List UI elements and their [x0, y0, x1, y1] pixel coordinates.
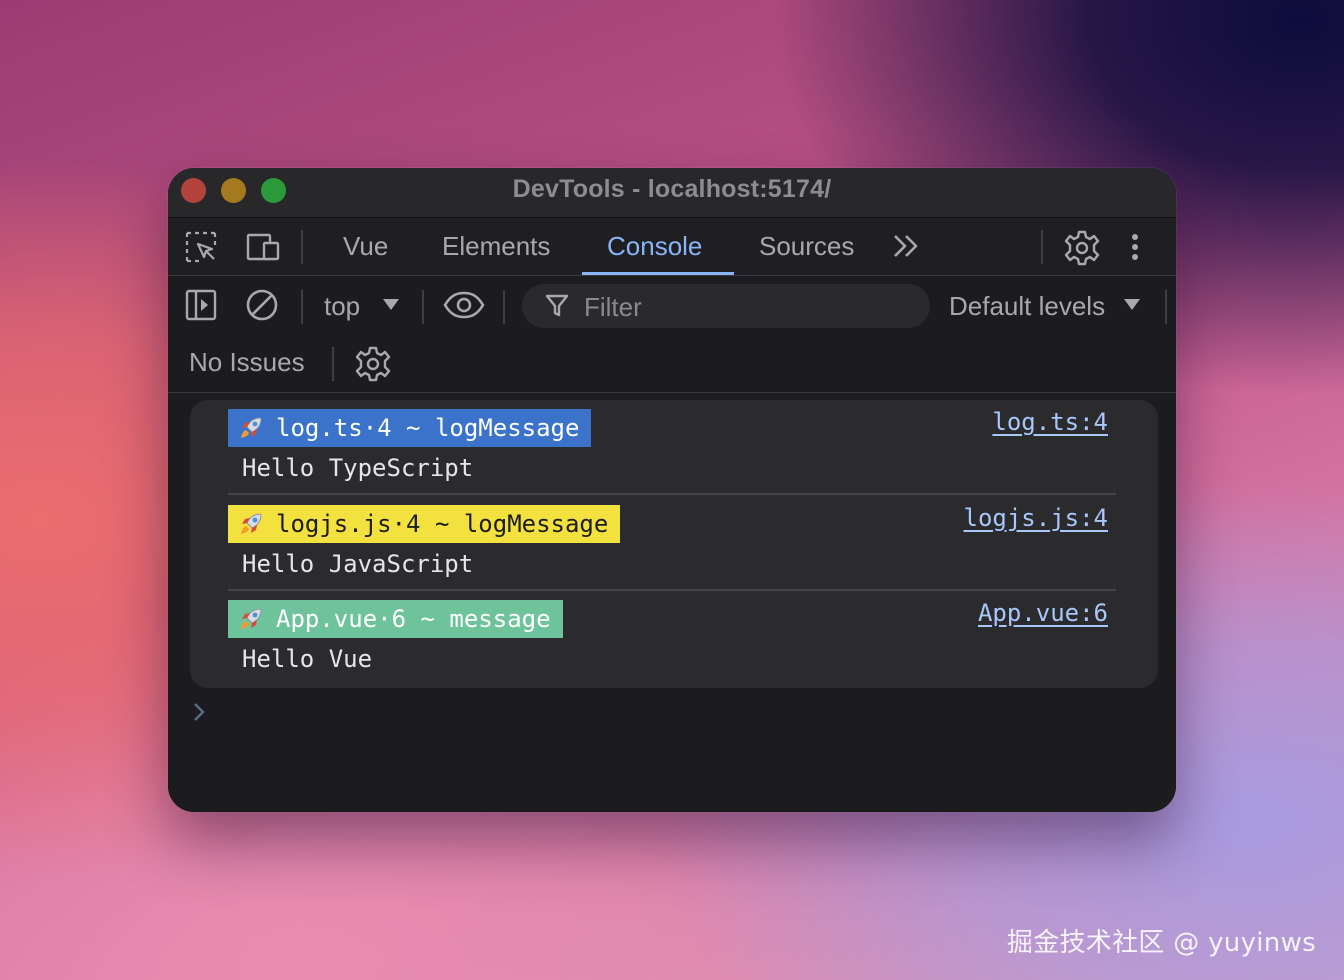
default-levels-dropdown[interactable]: Default levels: [949, 291, 1105, 322]
toolbar-separator: [503, 290, 505, 324]
clear-console-icon[interactable]: [245, 288, 279, 322]
message-text: Hello TypeScript: [242, 454, 474, 482]
sidebar-toggle-icon[interactable]: [184, 288, 218, 322]
toolbar-separator: [1165, 290, 1167, 324]
filter-placeholder: Filter: [584, 292, 642, 322]
console-message: log.ts·4 ~ logMessage log.ts:4 Hello Typ…: [228, 400, 1116, 495]
tab-sources[interactable]: Sources: [759, 231, 854, 262]
console-message-group: log.ts·4 ~ logMessage log.ts:4 Hello Typ…: [190, 400, 1158, 688]
inspect-element-icon[interactable]: [184, 230, 218, 264]
more-tabs-icon[interactable]: [890, 231, 924, 265]
source-link[interactable]: log.ts:4: [992, 408, 1108, 436]
source-link[interactable]: logjs.js:4: [964, 504, 1109, 532]
console-prompt-chevron-icon[interactable]: [192, 699, 208, 725]
console-settings-gear-icon[interactable]: [355, 346, 391, 382]
tab-elements[interactable]: Elements: [442, 231, 550, 262]
eye-icon[interactable]: [443, 290, 485, 324]
console-filter-bar: top Filter Default levels: [168, 276, 1176, 335]
window-title: DevTools - localhost:5174/: [512, 175, 832, 203]
rocket-icon: [238, 606, 264, 632]
context-selector[interactable]: top: [324, 291, 360, 322]
message-badge: log.ts·4 ~ logMessage: [228, 409, 592, 447]
message-badge: logjs.js·4 ~ logMessage: [228, 505, 621, 543]
message-badge: App.vue·6 ~ message: [228, 600, 563, 638]
watermark: 掘金技术社区 @ yuyinws: [1006, 928, 1316, 958]
tab-vue[interactable]: Vue: [343, 231, 388, 262]
console-message: App.vue·6 ~ message App.vue:6 Hello Vue: [228, 591, 1116, 686]
message-badge-label: log.ts·4 ~ logMessage: [276, 414, 580, 442]
levels-dropdown-arrow-icon[interactable]: [1123, 298, 1141, 312]
toolbar-separator: [422, 290, 424, 324]
toolbar-separator: [332, 347, 334, 381]
more-options-icon[interactable]: [1128, 230, 1142, 264]
console-output: log.ts·4 ~ logMessage log.ts:4 Hello Typ…: [168, 394, 1176, 812]
source-link[interactable]: App.vue:6: [978, 599, 1108, 627]
tab-console[interactable]: Console: [607, 231, 702, 262]
rocket-icon: [238, 415, 264, 441]
message-text: Hello Vue: [242, 645, 373, 673]
toolbar-separator: [1041, 230, 1043, 264]
message-badge-label: logjs.js·4 ~ logMessage: [276, 510, 609, 538]
settings-gear-icon[interactable]: [1064, 230, 1100, 266]
filter-funnel-icon: [544, 293, 570, 319]
device-toolbar-icon[interactable]: [245, 230, 280, 264]
toolbar-separator: [301, 230, 303, 264]
devtools-window: DevTools - localhost:5174/ Vue Elements …: [168, 168, 1176, 812]
main-toolbar: Vue Elements Console Sources: [168, 218, 1176, 276]
rocket-icon: [238, 511, 264, 537]
toolbar-separator: [301, 290, 303, 324]
active-tab-indicator: [582, 272, 734, 275]
issues-count[interactable]: No Issues: [189, 347, 305, 378]
issues-bar: No Issues: [168, 335, 1176, 393]
filter-input[interactable]: Filter: [522, 284, 930, 328]
message-text: Hello JavaScript: [242, 550, 474, 578]
console-message: logjs.js·4 ~ logMessage logjs.js:4 Hello…: [228, 496, 1116, 591]
dropdown-arrow-icon[interactable]: [382, 298, 400, 312]
message-badge-label: App.vue·6 ~ message: [276, 605, 551, 633]
title-bar: DevTools - localhost:5174/: [168, 168, 1176, 218]
